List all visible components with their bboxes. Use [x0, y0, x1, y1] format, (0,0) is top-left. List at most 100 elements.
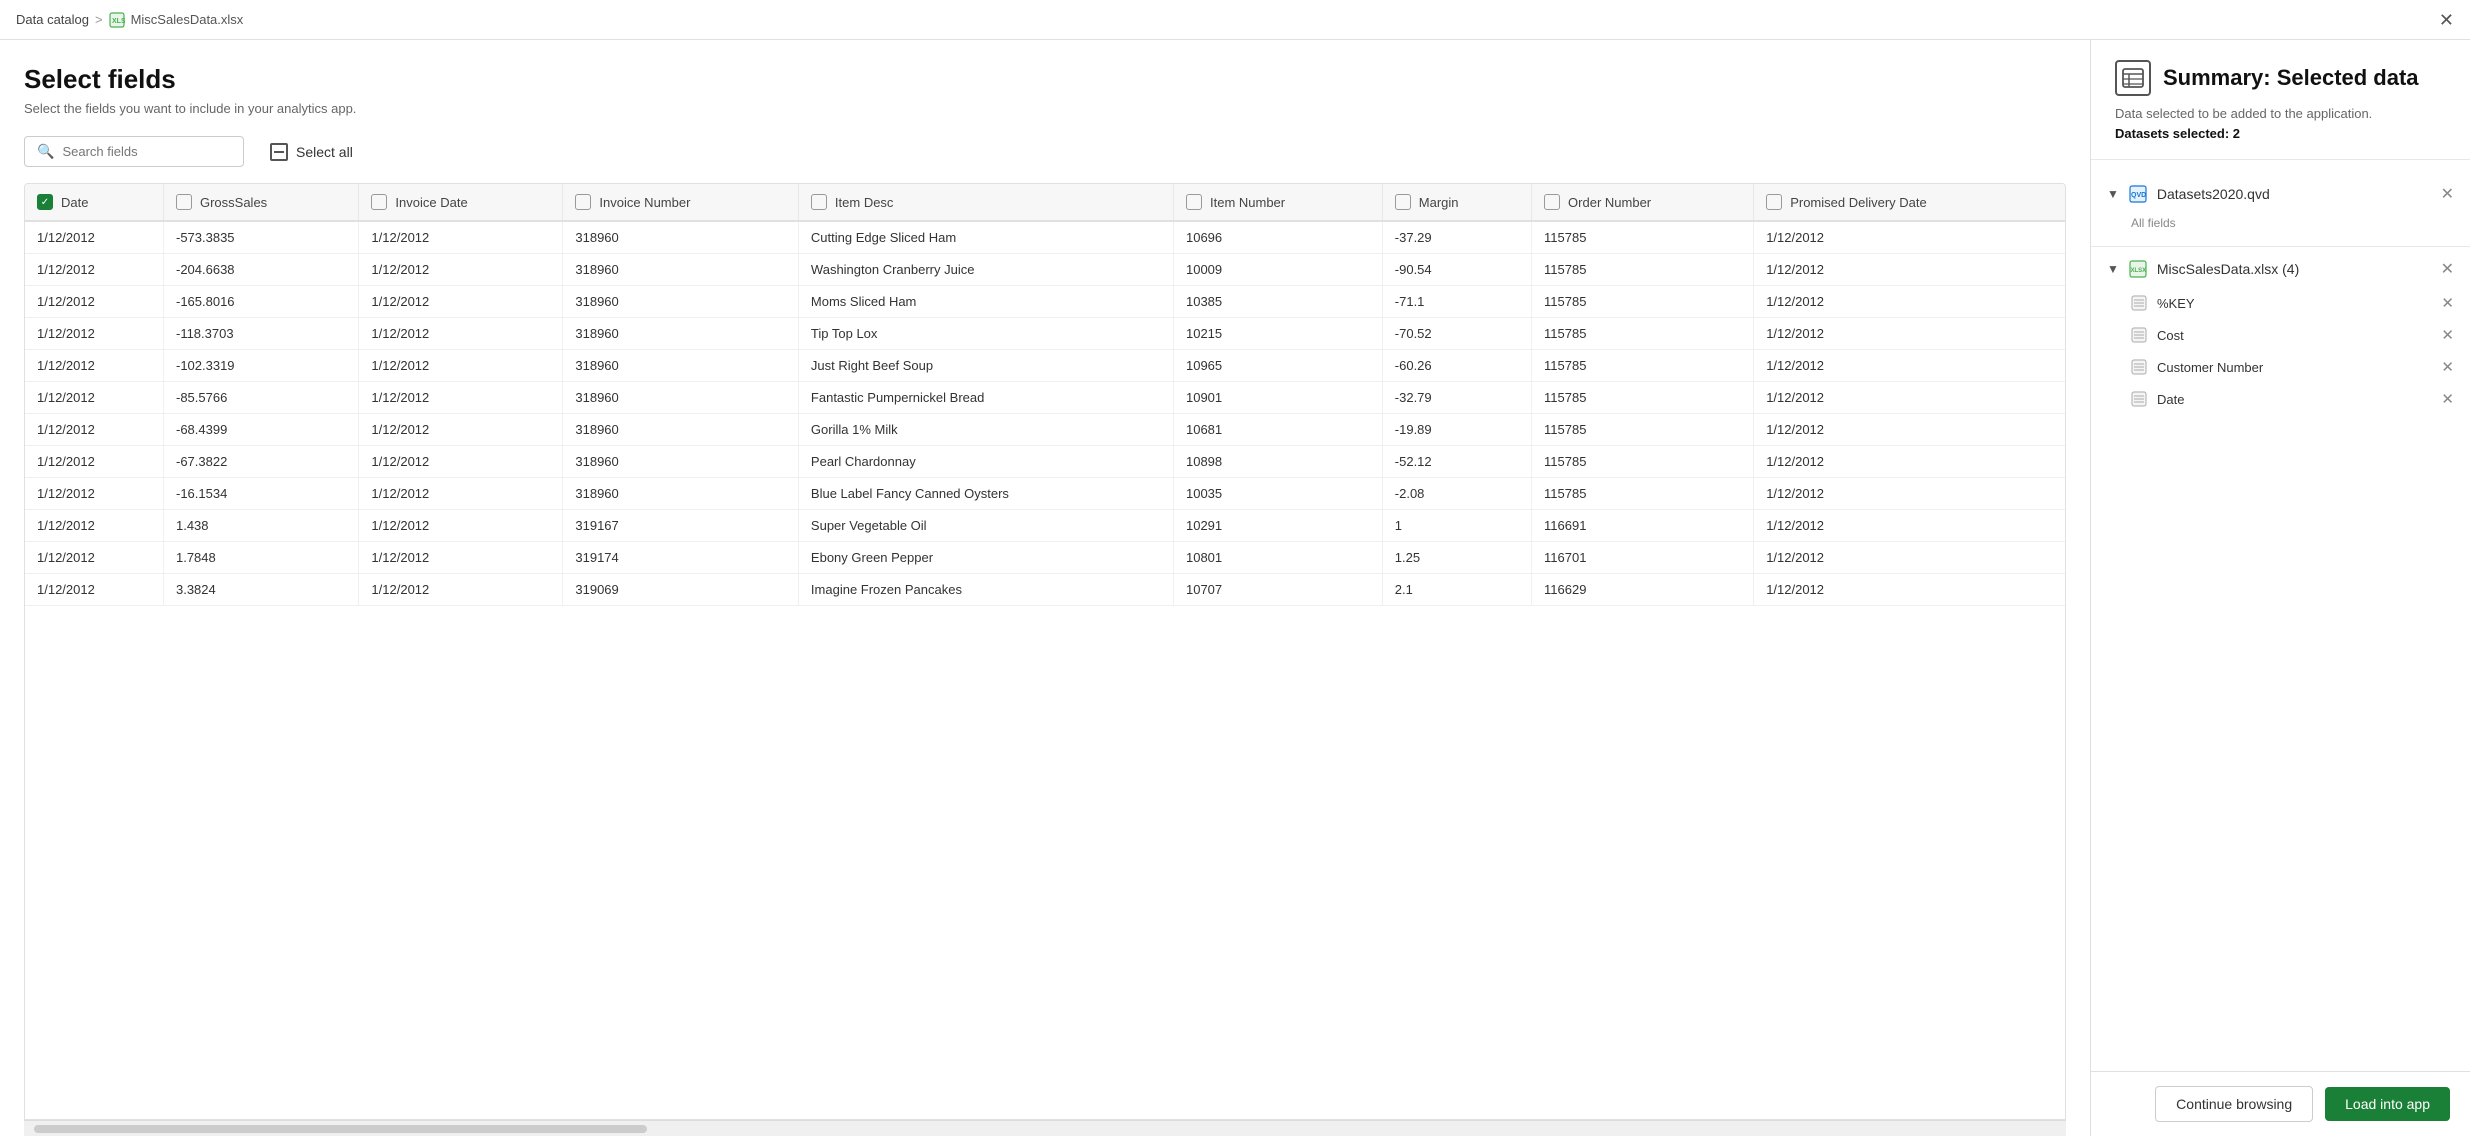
- col-checkbox-itemnumber[interactable]: [1186, 194, 1202, 210]
- cell-invoicedate: 1/12/2012: [359, 542, 563, 574]
- col-checkbox-margin[interactable]: [1395, 194, 1411, 210]
- data-table: Date GrossSales Invoic: [25, 184, 2065, 606]
- cell-date: 1/12/2012: [25, 510, 163, 542]
- cell-grosssales: -204.6638: [163, 254, 358, 286]
- field-item-left: %KEY: [2131, 295, 2195, 311]
- cell-date: 1/12/2012: [25, 286, 163, 318]
- cell-promiseddeliverydate: 1/12/2012: [1754, 574, 2065, 606]
- col-header-date[interactable]: Date: [25, 184, 163, 221]
- field-name: Date: [2157, 392, 2184, 407]
- cell-date: 1/12/2012: [25, 542, 163, 574]
- dataset1-remove-button[interactable]: ✕: [2441, 184, 2454, 204]
- col-checkbox-invoicedate[interactable]: [371, 194, 387, 210]
- cell-margin: -90.54: [1382, 254, 1531, 286]
- col-checkbox-grosssales[interactable]: [176, 194, 192, 210]
- scrollbar-thumb[interactable]: [34, 1125, 647, 1133]
- cell-itemnumber: 10009: [1173, 254, 1382, 286]
- dataset2-remove-button[interactable]: ✕: [2441, 259, 2454, 279]
- dataset2-header-left: ▼ XLSX MiscSalesData.xlsx (4): [2107, 260, 2299, 278]
- field-name: %KEY: [2157, 296, 2195, 311]
- cell-itemnumber: 10898: [1173, 446, 1382, 478]
- load-into-app-button[interactable]: Load into app: [2325, 1087, 2450, 1121]
- col-checkbox-itemdesc[interactable]: [811, 194, 827, 210]
- cell-date: 1/12/2012: [25, 318, 163, 350]
- table-row: 1/12/2012-204.66381/12/2012318960Washing…: [25, 254, 2065, 286]
- cell-promiseddeliverydate: 1/12/2012: [1754, 478, 2065, 510]
- col-header-grosssales[interactable]: GrossSales: [163, 184, 358, 221]
- toolbar: 🔍 Select all: [24, 136, 2066, 167]
- table-row: 1/12/20121.78481/12/2012319174Ebony Gree…: [25, 542, 2065, 574]
- breadcrumb-home[interactable]: Data catalog: [16, 12, 89, 27]
- left-panel: Select fields Select the fields you want…: [0, 40, 2090, 1136]
- col-checkbox-ordernumber[interactable]: [1544, 194, 1560, 210]
- select-all-label: Select all: [296, 144, 353, 160]
- dataset2-chevron-icon: ▼: [2107, 262, 2119, 276]
- col-header-itemdesc[interactable]: Item Desc: [798, 184, 1173, 221]
- col-header-itemnumber[interactable]: Item Number: [1173, 184, 1382, 221]
- dataset1-all-fields: All fields: [2091, 212, 2470, 238]
- breadcrumb-file: XLS MiscSalesData.xlsx: [109, 12, 244, 28]
- field-remove-button[interactable]: ✕: [2441, 390, 2454, 408]
- field-item-left: Customer Number: [2131, 359, 2263, 375]
- select-all-button[interactable]: Select all: [260, 137, 363, 167]
- table-row: 1/12/2012-118.37031/12/2012318960Tip Top…: [25, 318, 2065, 350]
- col-header-invoicedate[interactable]: Invoice Date: [359, 184, 563, 221]
- field-remove-button[interactable]: ✕: [2441, 294, 2454, 312]
- breadcrumb-separator: >: [95, 12, 103, 27]
- close-button[interactable]: ✕: [2439, 11, 2454, 29]
- cell-ordernumber: 115785: [1532, 478, 1754, 510]
- cell-invoicenumber: 319174: [563, 542, 799, 574]
- field-item: Customer Number ✕: [2091, 351, 2470, 383]
- field-remove-button[interactable]: ✕: [2441, 358, 2454, 376]
- col-checkbox-date[interactable]: [37, 194, 53, 210]
- cell-invoicenumber: 318960: [563, 286, 799, 318]
- cell-itemnumber: 10901: [1173, 382, 1382, 414]
- dataset-section-2: ▼ XLSX MiscSalesData.xlsx (4) ✕ %: [2091, 251, 2470, 415]
- col-checkbox-invoicenumber[interactable]: [575, 194, 591, 210]
- search-input[interactable]: [62, 144, 231, 159]
- cell-itemdesc: Pearl Chardonnay: [798, 446, 1173, 478]
- summary-icon: [2115, 60, 2151, 96]
- table-row: 1/12/20121.4381/12/2012319167Super Veget…: [25, 510, 2065, 542]
- cell-promiseddeliverydate: 1/12/2012: [1754, 254, 2065, 286]
- dataset2-header[interactable]: ▼ XLSX MiscSalesData.xlsx (4) ✕: [2091, 251, 2470, 287]
- table-row: 1/12/2012-165.80161/12/2012318960Moms Sl…: [25, 286, 2065, 318]
- cell-promiseddeliverydate: 1/12/2012: [1754, 286, 2065, 318]
- cell-itemnumber: 10696: [1173, 221, 1382, 254]
- cell-itemdesc: Imagine Frozen Pancakes: [798, 574, 1173, 606]
- cell-margin: -71.1: [1382, 286, 1531, 318]
- field-item: %KEY ✕: [2091, 287, 2470, 319]
- cell-ordernumber: 115785: [1532, 414, 1754, 446]
- horizontal-scrollbar[interactable]: [24, 1120, 2066, 1136]
- col-header-margin[interactable]: Margin: [1382, 184, 1531, 221]
- cell-itemdesc: Moms Sliced Ham: [798, 286, 1173, 318]
- field-remove-button[interactable]: ✕: [2441, 326, 2454, 344]
- field-type-icon: [2131, 327, 2147, 343]
- cell-invoicedate: 1/12/2012: [359, 382, 563, 414]
- bottom-bar: Continue browsing Load into app: [2091, 1071, 2470, 1136]
- field-item: Cost ✕: [2091, 319, 2470, 351]
- xlsx-file-icon-summary: XLSX: [2129, 260, 2147, 278]
- cell-promiseddeliverydate: 1/12/2012: [1754, 382, 2065, 414]
- cell-itemnumber: 10707: [1173, 574, 1382, 606]
- col-checkbox-promiseddeliverydate[interactable]: [1766, 194, 1782, 210]
- cell-margin: 1: [1382, 510, 1531, 542]
- cell-margin: 1.25: [1382, 542, 1531, 574]
- cell-invoicenumber: 319167: [563, 510, 799, 542]
- cell-promiseddeliverydate: 1/12/2012: [1754, 446, 2065, 478]
- cell-invoicedate: 1/12/2012: [359, 510, 563, 542]
- field-type-icon: [2131, 359, 2147, 375]
- col-header-invoicenumber[interactable]: Invoice Number: [563, 184, 799, 221]
- cell-date: 1/12/2012: [25, 478, 163, 510]
- cell-invoicenumber: 318960: [563, 382, 799, 414]
- field-item: Date ✕: [2091, 383, 2470, 415]
- col-header-promiseddeliverydate[interactable]: Promised Delivery Date: [1754, 184, 2065, 221]
- continue-browsing-button[interactable]: Continue browsing: [2155, 1086, 2313, 1122]
- col-header-ordernumber[interactable]: Order Number: [1532, 184, 1754, 221]
- cell-promiseddeliverydate: 1/12/2012: [1754, 318, 2065, 350]
- table-header-row: Date GrossSales Invoic: [25, 184, 2065, 221]
- top-bar: Data catalog > XLS MiscSalesData.xlsx ✕: [0, 0, 2470, 40]
- dataset1-header[interactable]: ▼ QVD Datasets2020.qvd ✕: [2091, 176, 2470, 212]
- dataset-section-1: ▼ QVD Datasets2020.qvd ✕ All fields: [2091, 176, 2470, 238]
- cell-invoicenumber: 319069: [563, 574, 799, 606]
